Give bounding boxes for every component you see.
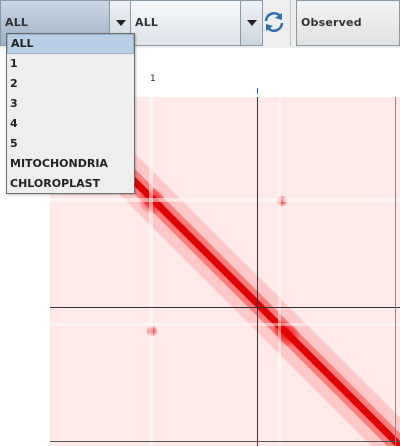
dropdown-item-chloroplast[interactable]: CHLOROPLAST	[7, 174, 134, 194]
stripe	[50, 198, 400, 202]
dropdown-item-mitochondria[interactable]: MITOCHONDRIA	[7, 154, 134, 174]
stripe	[50, 323, 400, 326]
refresh-icon[interactable]	[262, 10, 286, 34]
chromosome-y-value: ALL	[135, 16, 159, 29]
dropdown-item-5[interactable]: 5	[7, 134, 134, 154]
toolbar-separator	[290, 0, 291, 46]
chevron-down-icon[interactable]	[240, 1, 262, 45]
chromosome-dropdown[interactable]: ALL 1 2 3 4 5 MITOCHONDRIA CHLOROPLAST	[6, 33, 135, 194]
ruler-tick-label: 1	[150, 74, 156, 84]
display-mode-select[interactable]: Observed	[296, 0, 400, 46]
chromosome-y-select[interactable]: ALL	[130, 0, 263, 46]
dropdown-item-3[interactable]: 3	[7, 94, 134, 114]
display-mode-value: Observed	[301, 16, 362, 29]
dropdown-item-2[interactable]: 2	[7, 74, 134, 94]
chromosome-x-value: ALL	[5, 16, 29, 29]
stripe	[278, 97, 281, 446]
dropdown-item-4[interactable]: 4	[7, 114, 134, 134]
dropdown-item-all[interactable]: ALL	[7, 34, 134, 54]
ruler-tick-mark	[257, 88, 258, 94]
stripe	[149, 97, 153, 446]
dropdown-item-1[interactable]: 1	[7, 54, 134, 74]
